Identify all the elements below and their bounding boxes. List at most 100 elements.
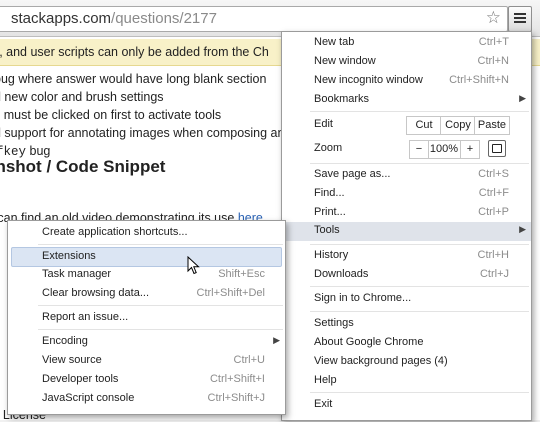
menu-item-label: Encoding [42,335,88,347]
mouse-cursor-icon [187,256,200,275]
star-icon[interactable]: ☆ [486,8,501,28]
menu-item-label: Create application shortcuts... [42,226,188,238]
menu-item-label: Sign in to Chrome... [314,292,412,304]
chrome-menu-icon [514,13,526,15]
menu-separator [38,305,283,306]
menu-separator [310,163,529,164]
chrome-menu-button[interactable] [508,6,532,32]
menu-item-background-pages[interactable]: View background pages (4) [282,353,531,371]
changelog-item: s must be clicked on first to activate t… [0,108,222,122]
menu-item-label: Zoom [314,142,343,154]
menu-item-label: Print... [314,206,346,218]
changelog-item-text: bug [29,144,51,158]
chrome-main-menu: New tab Ctrl+T New window Ctrl+N New inc… [281,31,532,421]
menu-item-downloads[interactable]: Downloads Ctrl+J [282,266,531,284]
paste-button[interactable]: Paste [474,116,510,135]
chrome-menu-icon-bar [514,17,526,19]
menu-separator [38,244,283,245]
menu-item-shortcut: Ctrl+S [478,168,509,180]
menu-item-help[interactable]: Help [282,372,531,390]
url-host: stackapps.com [11,10,112,27]
menu-item-label: Find... [314,187,345,199]
address-bar[interactable]: stackapps.com/questions/2177 ☆ [0,6,508,32]
section-heading: enshot / Code Snippet [0,157,166,176]
menu-item-new-window[interactable]: New window Ctrl+N [282,53,531,71]
notice-text: ps, and user scripts can only be added f… [0,45,269,59]
menu-item-find[interactable]: Find... Ctrl+F [282,185,531,203]
menu-item-shortcut: Ctrl+P [478,206,509,218]
submenu-arrow-icon: ▶ [519,224,526,234]
menu-item-label: Downloads [314,268,369,280]
menu-separator [310,244,529,245]
menu-separator [310,111,529,112]
submenu-arrow-icon: ▶ [519,93,526,103]
menu-item-shortcut: Ctrl+Shift+Del [196,287,265,299]
changelog-item: d support for annotating images when com… [0,126,285,140]
submenu-item-encoding[interactable]: Encoding ▶ [8,333,285,351]
menu-item-tools[interactable]: Tools ▶ [282,222,531,241]
url-path: /questions/2177 [111,10,217,27]
changelog-item: bug where answer would have long blank s… [0,72,267,86]
menu-item-print[interactable]: Print... Ctrl+P [282,204,531,222]
submenu-item-extensions[interactable]: Extensions [11,247,282,267]
fullscreen-icon[interactable] [488,140,506,157]
menu-item-label: Exit [314,398,333,410]
menu-item-exit[interactable]: Exit [282,396,531,414]
menu-item-history[interactable]: History Ctrl+H [282,247,531,265]
menu-item-shortcut: Ctrl+H [477,249,509,261]
menu-item-sign-in[interactable]: Sign in to Chrome... [282,290,531,308]
tools-submenu: Create application shortcuts... Extensio… [7,220,286,415]
menu-item-new-incognito-window[interactable]: New incognito window Ctrl+Shift+N [282,72,531,90]
cut-button[interactable]: Cut [406,116,442,135]
submenu-item-view-source[interactable]: View source Ctrl+U [8,352,285,370]
menu-item-label: Tools [314,224,340,236]
menu-item-label: New tab [314,36,355,48]
menu-item-label: Help [314,374,337,386]
menu-item-about[interactable]: About Google Chrome [282,334,531,352]
menu-item-shortcut: Ctrl+T [478,36,509,48]
menu-separator [310,311,529,312]
menu-item-label: About Google Chrome [314,336,424,348]
url-text: stackapps.com/questions/2177 [11,10,217,27]
menu-item-shortcut: Shift+Esc [218,268,265,280]
menu-item-label: JavaScript console [42,392,135,404]
copy-button[interactable]: Copy [440,116,476,135]
menu-item-label: Report an issue... [42,311,129,323]
menu-item-save-page[interactable]: Save page as... Ctrl+S [282,166,531,184]
zoom-level: 100% [428,140,460,159]
submenu-item-javascript-console[interactable]: JavaScript console Ctrl+Shift+J [8,390,285,408]
zoom-out-button[interactable]: − [409,140,429,159]
menu-item-shortcut: Ctrl+J [479,268,509,280]
menu-item-settings[interactable]: Settings [282,315,531,333]
menu-separator [310,286,529,287]
changelog-item: d new color and brush settings [0,90,164,104]
submenu-item-create-shortcuts[interactable]: Create application shortcuts... [8,224,285,242]
menu-item-shortcut: Ctrl+Shift+I [209,373,265,385]
menu-item-label: Clear browsing data... [42,287,149,299]
submenu-item-task-manager[interactable]: Task manager Shift+Esc [8,266,285,284]
menu-item-shortcut: Ctrl+N [477,55,509,67]
menu-item-label: New window [314,55,376,67]
menu-item-shortcut: Ctrl+F [478,187,509,199]
menu-separator [310,392,529,393]
menu-item-label: Developer tools [42,373,119,385]
menu-item-label: Edit [314,118,333,130]
menu-item-label: Bookmarks [314,93,370,105]
menu-item-label: Save page as... [314,168,391,180]
zoom-in-button[interactable]: + [460,140,480,159]
menu-item-new-tab[interactable]: New tab Ctrl+T [282,34,531,52]
menu-item-label: Settings [314,317,354,329]
submenu-item-clear-browsing-data[interactable]: Clear browsing data... Ctrl+Shift+Del [8,285,285,303]
menu-item-label: Task manager [42,268,112,280]
menu-item-bookmarks[interactable]: Bookmarks ▶ [282,91,531,109]
submenu-arrow-icon: ▶ [273,335,280,345]
chrome-menu-icon-bar [514,21,526,23]
menu-item-label: View background pages (4) [314,355,448,367]
menu-item-label: New incognito window [314,74,423,86]
menu-separator [38,329,283,330]
submenu-item-developer-tools[interactable]: Developer tools Ctrl+Shift+I [8,371,285,389]
submenu-item-report-issue[interactable]: Report an issue... [8,309,285,327]
menu-item-shortcut: Ctrl+Shift+N [449,74,509,86]
menu-item-label: Extensions [42,250,96,262]
menu-item-shortcut: Ctrl+U [233,354,265,366]
